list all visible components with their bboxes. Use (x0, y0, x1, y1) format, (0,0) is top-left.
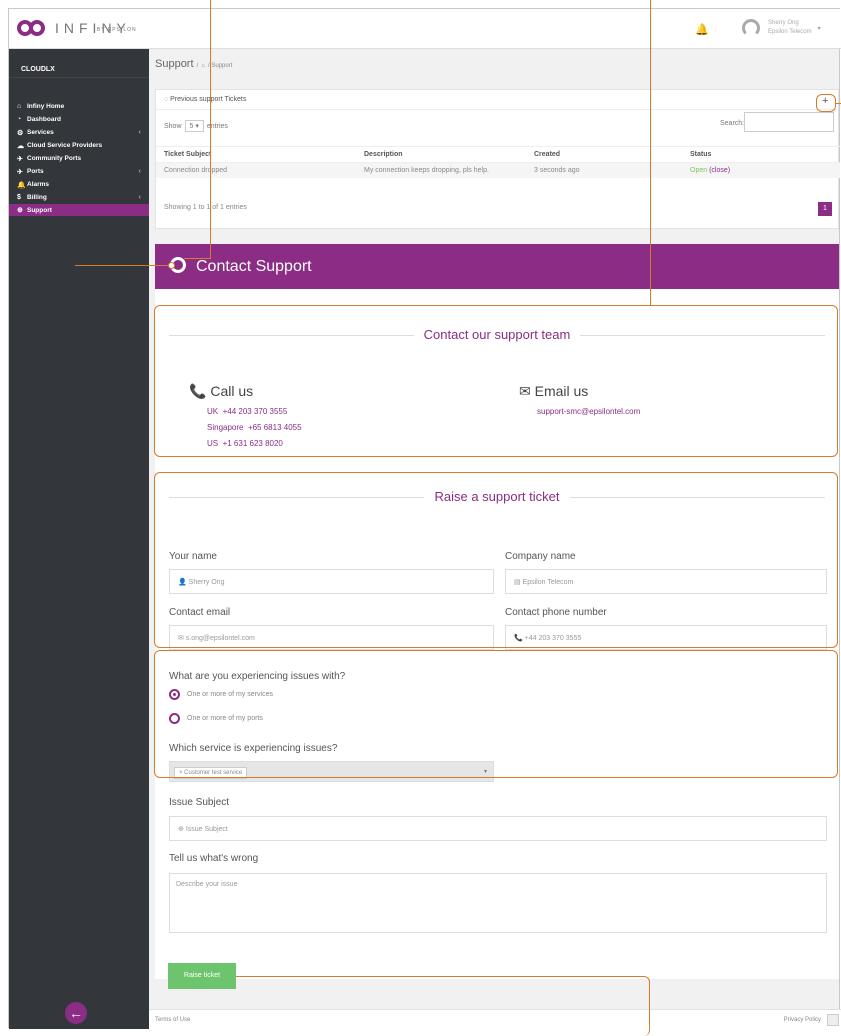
raise-ticket-button[interactable]: Raise ticket (168, 963, 236, 989)
tickets-panel-title: Previous support Tickets (170, 96, 247, 103)
chevron-icon: ‹ (138, 168, 141, 175)
sidebar-nav: ⌂ Infiny Home ◔ Dashboard ⚙ Services ‹ ☁ Cloud S… (9, 100, 149, 216)
page-title: Support (155, 58, 194, 70)
sidebar-item-infiny-home[interactable]: ⌂ Infiny Home (9, 100, 149, 113)
home-icon[interactable]: ⌂ (201, 63, 205, 69)
top-bar: INFINY BY EPSILON 🔔 Sherry Ong Epsilon Te… (9, 9, 841, 49)
sidebar-item-community-ports[interactable]: ✈ Community Ports (9, 152, 149, 165)
tickets-table: Ticket Subject Description Created Statu… (156, 146, 840, 178)
table-info: Showing 1 to 1 of 1 entries (164, 204, 247, 211)
cloud-icon: ☁ (17, 142, 24, 150)
tell-us-label: Tell us what's wrong (169, 853, 259, 864)
footer: Terms of Use Privacy Policy (149, 1009, 841, 1029)
column-description[interactable]: Description (356, 146, 526, 163)
sidebar-item-label: Billing (27, 194, 47, 201)
services-icon: ⚙ (17, 129, 24, 137)
sidebar-item-services[interactable]: ⚙ Services ‹ (9, 126, 149, 139)
dollar-icon: $ (17, 194, 21, 201)
sidebar-item-label: Alarms (27, 181, 50, 188)
chevron-icon: ‹ (138, 194, 141, 201)
dashboard-icon: ◔ (17, 116, 22, 123)
breadcrumb-current: / Support (208, 63, 233, 69)
tickets-panel-header: ◌ Previous support Tickets (156, 90, 838, 110)
contact-support-title: Contact Support (196, 258, 312, 275)
home-icon: ⌂ (17, 103, 22, 110)
sidebar-item-label: Support (27, 206, 52, 214)
tickets-panel: ◌ Previous support Tickets + Show 5 ▾ entr… (155, 89, 840, 229)
sidebar-item-label: Cloud Service Providers (27, 142, 103, 149)
logo-mark-icon (17, 19, 47, 37)
support-icon: ⊕ (17, 207, 23, 214)
sidebar-item-alarms[interactable]: 🔔 Alarms (9, 178, 149, 191)
terms-link[interactable]: Terms of Use (155, 1017, 190, 1023)
callout-box-add (816, 94, 836, 112)
sidebar-item-label: Infiny Home (27, 103, 65, 110)
sidebar-org: CLOUDLX (9, 49, 149, 78)
status-badge: Open (690, 166, 708, 174)
breadcrumb-separator: / (196, 63, 199, 69)
ticket-created: 3 seconds ago (526, 162, 682, 178)
sidebar-item-label: Community Ports (27, 155, 82, 162)
sidebar-item-support[interactable]: ⊕ Support (9, 204, 149, 216)
sidebar-item-label: Dashboard (27, 116, 61, 123)
sidebar-item-label: Ports (27, 168, 44, 175)
search-label: Search: (720, 120, 745, 127)
page-1-button[interactable]: 1 (818, 202, 832, 216)
user-menu[interactable]: Sherry Ong Epsilon Telecom ▾ (742, 19, 821, 37)
collapse-sidebar-button[interactable]: ← (65, 1002, 87, 1024)
issue-subject-input[interactable]: ⊕ Issue Subject (169, 816, 827, 841)
callout-box-ticket (154, 472, 838, 648)
privacy-link[interactable]: Privacy Policy (784, 1017, 821, 1023)
ticket-description: My connection keeps dropping, pls help. (356, 162, 526, 178)
notifications-bell-icon[interactable]: 🔔 (695, 23, 709, 36)
issue-subject-label: Issue Subject (169, 797, 230, 808)
sidebar-item-cloud-service-providers[interactable]: ☁ Cloud Service Providers (9, 139, 149, 152)
column-created[interactable]: Created (526, 146, 682, 163)
search-input[interactable] (744, 112, 834, 132)
show-label: Show (164, 123, 182, 130)
ports-icon: ✈ (17, 155, 23, 163)
sidebar: CLOUDLX ⌂ Infiny Home ◔ Dashboard ⚙ Services ‹… (9, 49, 149, 1029)
chevron-icon: ‹ (138, 129, 141, 136)
breadcrumb: Support / ⌂ / Support (155, 58, 232, 70)
scroll-top-button[interactable] (827, 1014, 839, 1026)
callout-dot (168, 262, 175, 269)
sidebar-item-ports[interactable]: ✈ Ports ‹ (9, 165, 149, 178)
avatar (742, 19, 760, 37)
contact-support-header: Contact Support (155, 244, 839, 289)
entries-select[interactable]: 5 ▾ (184, 120, 204, 132)
ports-icon: ✈ (17, 168, 23, 176)
ticket-subject: Connection dropped (156, 162, 356, 178)
sidebar-item-label: Services (27, 129, 54, 136)
callout-box-contact (154, 305, 838, 457)
chevron-down-icon: ▾ (817, 25, 821, 32)
callout-box-issue (154, 650, 838, 778)
issue-description-textarea[interactable]: Describe your issue (169, 873, 827, 933)
sidebar-item-billing[interactable]: $ Billing ‹ (9, 191, 149, 204)
table-row[interactable]: Connection dropped My connection keeps d… (156, 162, 840, 178)
sidebar-item-dashboard[interactable]: ◔ Dashboard (9, 113, 149, 126)
logo-subtitle: BY EPSILON (97, 27, 137, 33)
close-ticket-link[interactable]: (close) (709, 167, 730, 174)
column-subject[interactable]: Ticket Subject (156, 146, 356, 163)
bell-icon: 🔔 (17, 181, 26, 189)
column-status[interactable]: Status (682, 146, 840, 163)
user-org: Epsilon Telecom (768, 29, 812, 35)
user-name: Sherry Ong (768, 20, 799, 26)
